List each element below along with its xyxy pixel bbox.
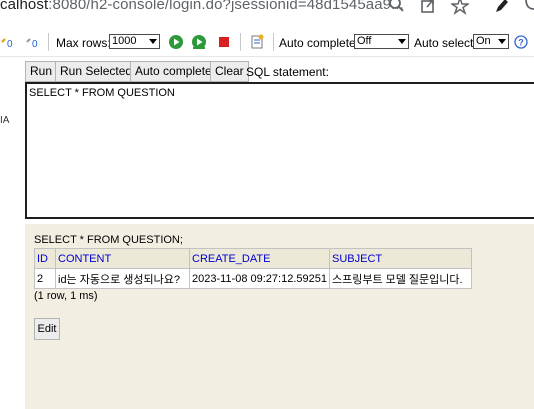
sql-statement-label: SQL statement: — [246, 65, 329, 79]
column-header-subject[interactable]: SUBJECT — [328, 248, 472, 269]
cell-create-date: 2023-11-08 09:27:12.59251 — [189, 268, 330, 289]
max-rows-value: 1000 — [112, 35, 137, 47]
auto-select-value: On — [476, 35, 491, 47]
auto-complete-value: Off — [357, 35, 372, 47]
clear-button[interactable]: Clear — [210, 61, 249, 82]
chevron-down-icon — [398, 39, 406, 44]
svg-text:0: 0 — [32, 39, 38, 50]
result-table: ID CONTENT CREATE_DATE SUBJECT 2 id는 자동으… — [34, 248, 472, 289]
auto-select-select[interactable]: On — [473, 34, 509, 49]
auto-complete-button[interactable]: Auto complete — [130, 61, 217, 82]
browser-address-bar[interactable]: calhost:8080/h2-console/login.do?jsessio… — [0, 0, 534, 20]
column-header-id[interactable]: ID — [34, 248, 56, 269]
max-rows-select[interactable]: 1000 — [109, 34, 160, 49]
h2-toolbar: 0 0 Max rows: 1000 Auto complete Off Aut… — [0, 27, 534, 57]
toolbar-separator — [240, 33, 241, 51]
stop-icon[interactable] — [216, 34, 232, 50]
auto-select-label: Auto select — [414, 36, 474, 50]
auto-commit-off-icon[interactable]: 0 — [25, 34, 41, 50]
extension-icon[interactable] — [522, 0, 534, 15]
result-summary: (1 row, 1 ms) — [34, 290, 98, 302]
sidebar-fragment[interactable]: IA — [0, 115, 9, 126]
run-icon[interactable] — [168, 34, 184, 50]
svg-text:0: 0 — [7, 39, 13, 50]
result-statement: SELECT * FROM QUESTION; — [34, 234, 183, 246]
bookmark-star-icon[interactable] — [451, 0, 469, 15]
run-selected-button[interactable]: Run Selected — [55, 61, 138, 82]
url-host: calhost — [0, 0, 49, 13]
cell-content: id는 자동으로 생성되나요? — [55, 268, 190, 289]
sql-text: SELECT * FROM QUESTION — [29, 87, 175, 99]
sql-editor[interactable]: SELECT * FROM QUESTION — [25, 82, 534, 219]
result-panel: SELECT * FROM QUESTION; ID CONTENT CREAT… — [25, 224, 534, 409]
help-glyph: ? — [518, 38, 524, 48]
pen-extension-icon[interactable] — [493, 0, 511, 15]
chevron-down-icon — [498, 39, 506, 44]
toolbar-separator — [273, 33, 274, 51]
auto-commit-on-icon[interactable]: 0 — [0, 34, 16, 50]
cell-id: 2 — [34, 268, 56, 289]
cell-subject: 스프링부트 모델 질문입니다. — [328, 268, 472, 289]
table-row: 2 id는 자동으로 생성되나요? 2023-11-08 09:27:12.59… — [34, 268, 472, 289]
share-icon[interactable] — [419, 0, 437, 15]
column-header-content[interactable]: CONTENT — [55, 248, 190, 269]
run-button[interactable]: Run — [25, 61, 58, 82]
address-url[interactable]: calhost:8080/h2-console/login.do?jsessio… — [0, 0, 404, 13]
max-rows-label: Max rows: — [56, 36, 111, 50]
column-header-create-date[interactable]: CREATE_DATE — [189, 248, 330, 269]
table-header-row: ID CONTENT CREATE_DATE SUBJECT — [34, 248, 472, 269]
auto-complete-label: Auto complete — [279, 36, 356, 50]
help-icon[interactable]: ? — [514, 35, 528, 49]
auto-complete-select[interactable]: Off — [354, 34, 409, 49]
edit-button[interactable]: Edit — [34, 318, 60, 340]
toolbar-separator — [48, 33, 49, 51]
zoom-icon[interactable] — [388, 0, 406, 15]
history-icon[interactable] — [249, 34, 265, 50]
url-path: :8080/h2-console/login.do?jsessionid=48d… — [48, 0, 404, 13]
chevron-down-icon — [149, 39, 157, 44]
run-selected-icon[interactable] — [191, 34, 207, 50]
